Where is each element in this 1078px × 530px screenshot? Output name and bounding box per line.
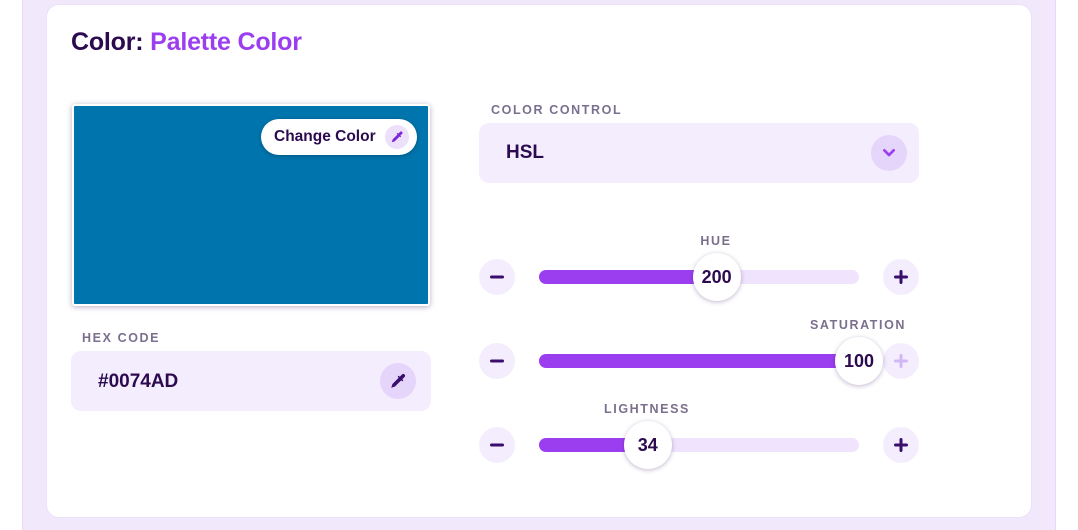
hue-label: HUE	[700, 234, 732, 248]
plus-icon	[894, 270, 908, 284]
title-prefix: Color:	[71, 28, 144, 56]
plus-icon	[894, 354, 908, 368]
color-control-select[interactable]	[479, 123, 919, 183]
hex-code-label: HEX CODE	[82, 331, 161, 345]
minus-icon	[490, 359, 504, 363]
title-color-name: Palette Color	[150, 28, 302, 56]
saturation-slider-thumb[interactable]: 100	[835, 337, 883, 385]
hex-eyedropper-button[interactable]	[380, 363, 416, 399]
hex-code-value[interactable]: #0074AD	[98, 371, 178, 393]
plus-icon	[894, 438, 908, 452]
change-color-button[interactable]: Change Color	[261, 119, 417, 155]
lightness-slider-track[interactable]	[539, 438, 859, 452]
lightness-label: LIGHTNESS	[604, 402, 690, 416]
chevron-down-icon[interactable]	[871, 135, 907, 171]
saturation-label: SATURATION	[809, 318, 907, 332]
change-color-label: Change Color	[274, 128, 376, 145]
color-control-label: COLOR CONTROL	[491, 103, 623, 117]
hue-slider-fill	[539, 270, 717, 284]
lightness-slider-thumb[interactable]: 34	[623, 421, 672, 469]
page-title: Color: Palette Color	[71, 28, 302, 57]
lightness-increase-button[interactable]	[883, 427, 919, 463]
saturation-decrease-button[interactable]	[479, 343, 515, 379]
saturation-slider-fill	[539, 354, 859, 368]
saturation-slider-track[interactable]	[539, 354, 859, 368]
minus-icon	[490, 443, 504, 447]
eyedropper-icon	[385, 125, 409, 149]
hue-increase-button[interactable]	[883, 259, 919, 295]
hue-decrease-button[interactable]	[479, 259, 515, 295]
hue-slider-thumb[interactable]: 200	[692, 253, 741, 301]
eyedropper-icon	[391, 373, 406, 388]
minus-icon	[490, 275, 504, 279]
saturation-increase-button[interactable]	[883, 343, 919, 379]
lightness-decrease-button[interactable]	[479, 427, 515, 463]
color-control-value[interactable]: HSL	[506, 142, 544, 164]
